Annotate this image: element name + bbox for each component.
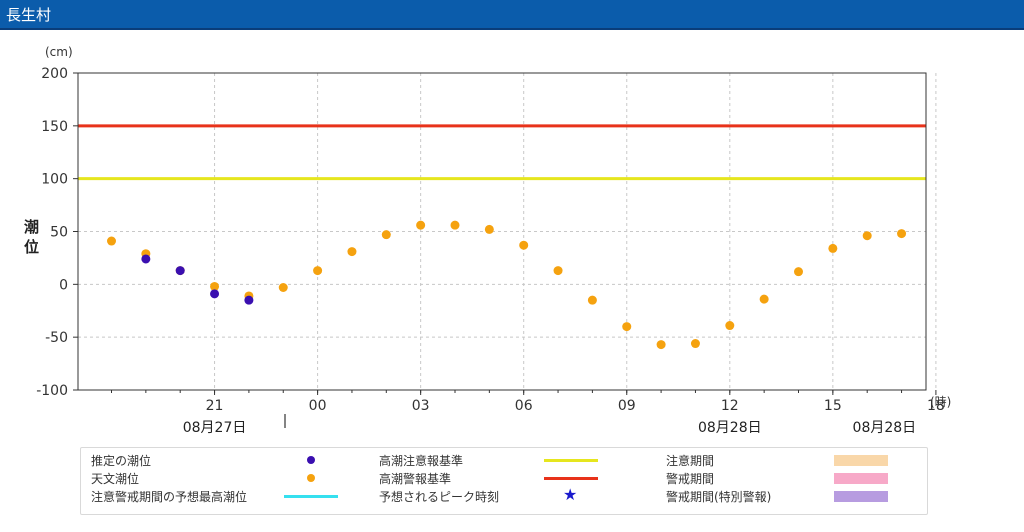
legend-line-icon [284,495,338,498]
astronomical-tide-point [725,321,735,331]
astronomical-tide-point [484,224,494,234]
y-axis-label-2: 位 [24,238,39,256]
astronomical-tide-point [897,229,907,239]
astronomical-tide-point [690,339,700,349]
y-tick-label: 200 [41,66,68,82]
y-tick-label: -100 [36,383,68,399]
legend-box-icon [834,455,888,466]
legend-label: 注意期間 [666,454,715,468]
astronomical-tide-point [416,220,426,230]
y-tick-label: -50 [45,330,68,346]
legend-label: 警戒期間 [666,472,715,486]
astronomical-tide-point [381,230,391,240]
x-tick-label: 06 [515,398,533,414]
y-unit-label: (cm) [45,45,73,59]
astronomical-tide-point [553,266,563,276]
x-unit-label: (時) [930,395,951,409]
estimated-tide-point [175,266,185,276]
astronomical-tide-point [759,294,769,304]
estimated-tide-point [141,254,151,264]
legend-label: 高潮注意報基準 [379,454,464,468]
legend-label: 予想されるピーク時刻 [379,490,500,504]
estimated-tide-point [210,289,220,299]
tide-chart: -100-50050100150200 21 00 03 06 09 12 15 18 08月… [24,45,951,436]
legend-panel: 推定の潮位天文潮位注意警戒期間の予想最高潮位 高潮注意報基準 高潮警報基準予想される… [80,447,928,515]
x-tick-label: 09 [618,398,636,414]
y-axis-label-1: 潮 [24,218,39,236]
date-labels: 08月27日 08月28日 08月28日 [183,420,916,436]
reference-lines [78,124,926,181]
legend-label: 天文潮位 [91,472,140,486]
legend-label: 高潮警報基準 [379,472,452,486]
astronomical-tide-point [278,283,288,293]
x-tick-label: 03 [412,398,430,414]
astronomical-tide-point [794,267,803,277]
date-label: 08月28日 [698,420,762,436]
legend-label: 注意警戒期間の予想最高潮位 [91,490,248,504]
x-tick-labels: 21 00 03 06 09 12 15 18 [206,398,945,414]
x-tick-label: 15 [824,398,842,414]
estimated-tide-point [244,295,254,305]
x-tick-label: 00 [309,398,327,414]
y-tick-label: 50 [50,225,68,241]
legend-line-icon [544,459,598,462]
date-label: 08月27日 [183,420,247,436]
y-tick-label: 0 [59,277,68,293]
y-tick-label: 150 [41,119,68,135]
grid-lines [73,72,937,395]
astronomical-tide-point [622,322,632,332]
astronomical-tide-point [862,231,872,241]
astronomical-tide-point [450,220,460,230]
x-tick-label: 21 [206,398,224,414]
astronomical-tide-point [519,240,529,250]
astronomical-tide-point [107,236,116,246]
date-label: 08月28日 [853,420,917,436]
legend-box-icon [834,473,888,484]
astronomical-tide-point [656,340,666,350]
astronomical-tide-point [347,247,357,257]
legend-dot-icon [307,456,315,464]
y-tick-labels: -100 -50 0 50 100 150 200 [36,66,68,399]
astronomical-tide-point [313,266,323,276]
legend-line-icon [544,477,598,480]
legend-dot-icon [307,474,315,482]
astronomical-tide-point [828,243,838,253]
legend-star-icon: ★ [563,485,578,504]
astronomical-tide-point [587,295,597,305]
legend-label: 推定の潮位 [91,454,152,468]
data-points [107,220,907,350]
y-tick-label: 100 [41,172,68,188]
legend-box-icon [834,491,888,502]
legend-label: 警戒期間(特別警報) [666,490,772,504]
x-tick-label: 12 [721,398,739,414]
